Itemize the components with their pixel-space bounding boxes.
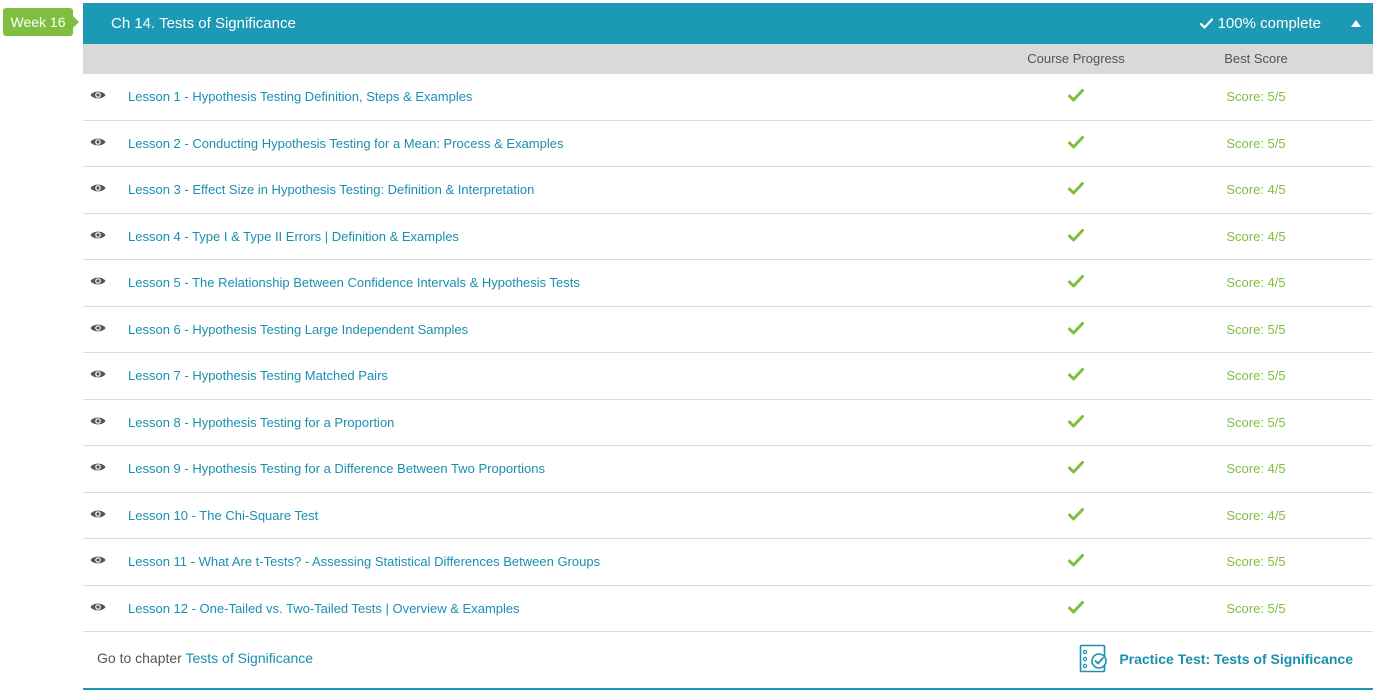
lesson-score: Score: 5/5 xyxy=(1226,135,1286,151)
completion-label: 100% complete xyxy=(1217,15,1321,32)
lesson-link[interactable]: Lesson 7 - Hypothesis Testing Matched Pa… xyxy=(128,368,388,383)
lesson-link[interactable]: Lesson 6 - Hypothesis Testing Large Inde… xyxy=(128,322,468,337)
lesson-score: Score: 4/5 xyxy=(1226,182,1286,197)
practice-test-link[interactable]: Practice Test: Tests of Significance xyxy=(1079,644,1353,674)
checkmark-icon xyxy=(1068,321,1084,334)
lesson-row: Lesson 3 - Effect Size in Hypothesis Tes… xyxy=(83,167,1373,214)
lesson-link[interactable]: Lesson 4 - Type I & Type II Errors | Def… xyxy=(128,229,459,244)
column-header: Course Progress Best Score xyxy=(83,44,1373,74)
week-badge: Week 16 xyxy=(3,8,79,36)
completion-status: 100% complete xyxy=(1199,15,1321,32)
eye-icon[interactable] xyxy=(90,89,106,101)
checkmark-icon xyxy=(1068,368,1084,381)
goto-chapter-link[interactable]: Tests of Significance xyxy=(185,650,313,666)
lesson-link[interactable]: Lesson 3 - Effect Size in Hypothesis Tes… xyxy=(128,182,534,197)
eye-icon[interactable] xyxy=(90,508,106,520)
checklist-icon xyxy=(1080,644,1108,673)
checkmark-icon xyxy=(1199,18,1213,29)
goto-chapter: Go to chapter Tests of Significance xyxy=(97,650,313,666)
checkmark-icon xyxy=(1068,461,1084,474)
practice-test-label: Practice Test: Tests of Significance xyxy=(1119,651,1353,667)
checkmark-icon xyxy=(1068,228,1084,241)
lesson-row: Lesson 9 - Hypothesis Testing for a Diff… xyxy=(83,446,1373,493)
lesson-score: Score: 5/5 xyxy=(1226,321,1286,337)
eye-icon[interactable] xyxy=(90,275,106,287)
course-progress-header: Course Progress xyxy=(1027,51,1125,66)
lesson-score: Score: 4/5 xyxy=(1226,275,1286,290)
lesson-score: Score: 4/5 xyxy=(1226,461,1286,476)
lesson-row: Lesson 11 - What Are t-Tests? - Assessin… xyxy=(83,539,1373,586)
lesson-row: Lesson 2 - Conducting Hypothesis Testing… xyxy=(83,121,1373,167)
chapter-title: Ch 14. Tests of Significance xyxy=(111,15,296,32)
lesson-row: Lesson 7 - Hypothesis Testing Matched Pa… xyxy=(83,353,1373,400)
lesson-link[interactable]: Lesson 12 - One-Tailed vs. Two-Tailed Te… xyxy=(128,601,520,616)
checkmark-icon xyxy=(1068,182,1084,195)
lesson-link[interactable]: Lesson 10 - The Chi-Square Test xyxy=(128,508,318,523)
lesson-link[interactable]: Lesson 8 - Hypothesis Testing for a Prop… xyxy=(128,415,394,430)
eye-icon[interactable] xyxy=(90,415,106,427)
lesson-link[interactable]: Lesson 2 - Conducting Hypothesis Testing… xyxy=(128,136,563,151)
lesson-row: Lesson 5 - The Relationship Between Conf… xyxy=(83,260,1373,307)
checkmark-icon xyxy=(1068,507,1084,520)
checkmark-icon xyxy=(1068,135,1084,148)
lesson-link[interactable]: Lesson 9 - Hypothesis Testing for a Diff… xyxy=(128,461,545,476)
lesson-score: Score: 5/5 xyxy=(1226,554,1286,569)
checkmark-icon xyxy=(1068,89,1084,102)
page: Week 16 Ch 14. Tests of Significance 100… xyxy=(0,0,1375,694)
lesson-link[interactable]: Lesson 5 - The Relationship Between Conf… xyxy=(128,275,580,290)
lesson-score: Score: 5/5 xyxy=(1226,600,1286,616)
lesson-score: Score: 5/5 xyxy=(1226,414,1286,430)
eye-icon[interactable] xyxy=(90,368,106,380)
lesson-score: Score: 5/5 xyxy=(1226,368,1286,383)
checkmark-icon xyxy=(1068,414,1084,427)
eye-icon[interactable] xyxy=(90,601,106,613)
lesson-row: Lesson 1 - Hypothesis Testing Definition… xyxy=(83,74,1373,121)
best-score-header: Best Score xyxy=(1224,51,1288,66)
lesson-row: Lesson 8 - Hypothesis Testing for a Prop… xyxy=(83,400,1373,446)
lesson-link[interactable]: Lesson 11 - What Are t-Tests? - Assessin… xyxy=(128,554,600,569)
goto-prefix: Go to chapter xyxy=(97,650,182,666)
eye-icon[interactable] xyxy=(90,461,106,473)
eye-icon[interactable] xyxy=(90,229,106,241)
eye-icon[interactable] xyxy=(90,554,106,566)
checkmark-icon xyxy=(1068,600,1084,613)
lesson-score: Score: 4/5 xyxy=(1226,228,1286,244)
lesson-list: Lesson 1 - Hypothesis Testing Definition… xyxy=(83,74,1373,632)
lesson-link[interactable]: Lesson 1 - Hypothesis Testing Definition… xyxy=(128,89,472,104)
eye-icon[interactable] xyxy=(90,182,106,194)
chapter-footer: Go to chapter Tests of Significance Prac… xyxy=(83,632,1373,690)
lesson-row: Lesson 6 - Hypothesis Testing Large Inde… xyxy=(83,307,1373,353)
checkmark-icon xyxy=(1068,275,1084,288)
lesson-score: Score: 5/5 xyxy=(1226,89,1286,104)
lesson-row: Lesson 4 - Type I & Type II Errors | Def… xyxy=(83,214,1373,260)
lesson-row: Lesson 12 - One-Tailed vs. Two-Tailed Te… xyxy=(83,586,1373,632)
lesson-score: Score: 4/5 xyxy=(1226,507,1286,523)
eye-icon[interactable] xyxy=(90,322,106,334)
chapter-panel: Ch 14. Tests of Significance 100% comple… xyxy=(83,3,1373,694)
caret-up-icon[interactable] xyxy=(1351,20,1361,27)
eye-icon[interactable] xyxy=(90,136,106,148)
checkmark-icon xyxy=(1068,554,1084,567)
lesson-row: Lesson 10 - The Chi-Square Test Score: 4/… xyxy=(83,493,1373,539)
chapter-header[interactable]: Ch 14. Tests of Significance 100% comple… xyxy=(83,3,1373,44)
